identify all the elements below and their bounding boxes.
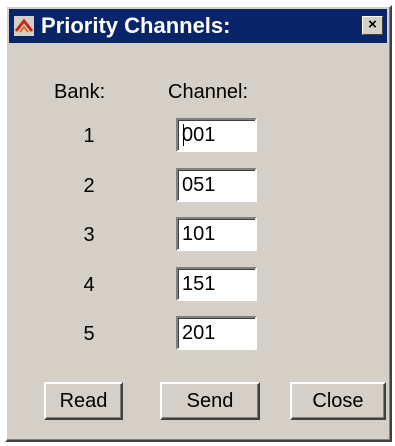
text-caret xyxy=(183,124,184,146)
channel-field-2[interactable] xyxy=(176,168,257,202)
close-window-button[interactable]: × xyxy=(362,16,383,35)
send-button[interactable]: Send xyxy=(160,382,260,420)
title-bar[interactable]: Priority Channels: × xyxy=(9,9,387,43)
bank-number-1: 1 xyxy=(83,125,95,147)
channel-field-5[interactable] xyxy=(176,316,257,350)
bank-header: Bank: xyxy=(54,81,106,103)
channel-header: Channel: xyxy=(168,81,249,103)
bank-number-5: 5 xyxy=(83,323,95,345)
channel-field-4[interactable] xyxy=(176,267,257,301)
close-button[interactable]: Close xyxy=(290,382,386,420)
bank-number-3: 3 xyxy=(83,224,95,246)
bank-number-4: 4 xyxy=(83,274,95,296)
priority-channels-dialog: Priority Channels: × Bank: Channel: 1 2 … xyxy=(5,5,392,442)
channel-field-3[interactable] xyxy=(176,217,257,251)
channel-field-1[interactable] xyxy=(176,118,257,152)
bank-number-2: 2 xyxy=(83,175,95,197)
read-button[interactable]: Read xyxy=(44,382,123,420)
app-icon xyxy=(14,16,34,36)
window-title: Priority Channels: xyxy=(41,13,231,38)
